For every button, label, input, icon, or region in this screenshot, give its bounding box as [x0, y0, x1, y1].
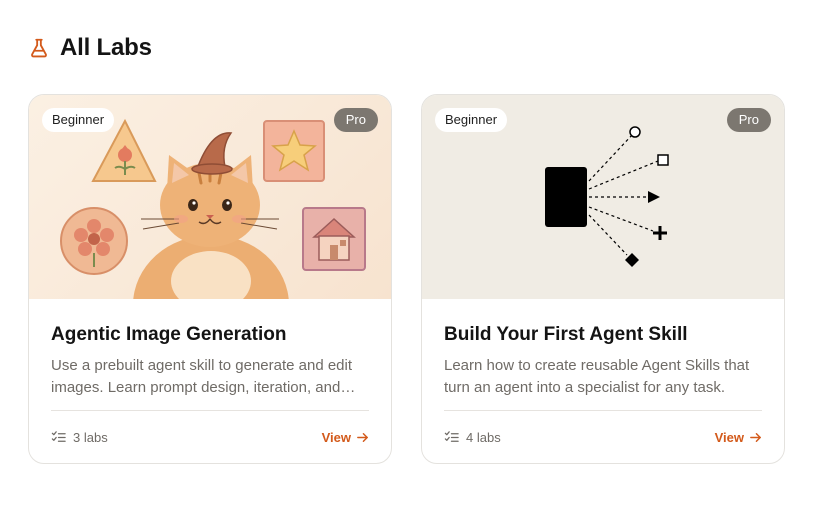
card-title[interactable]: Agentic Image Generation: [51, 324, 369, 346]
level-badge: Beginner: [42, 108, 115, 132]
lab-card-build-your-first-agent-skill[interactable]: Beginner Pro Build Your First Agent Skil…: [421, 94, 785, 464]
view-label: View: [321, 429, 351, 445]
view-label: View: [714, 429, 744, 445]
page-header: All Labs: [28, 34, 152, 62]
level-badge: Beginner: [435, 108, 508, 132]
card-divider: [444, 410, 762, 411]
card-description: Use a prebuilt agent skill to generate a…: [51, 357, 353, 396]
card-body: Agentic Image Generation Use a prebuilt …: [51, 299, 369, 463]
lab-count-label: 4 labs: [466, 429, 501, 445]
card-divider: [51, 410, 369, 411]
pro-badge: Pro: [333, 108, 378, 132]
arrow-right-icon: [357, 432, 368, 442]
lab-count: 4 labs: [444, 430, 501, 445]
card-thumbnail: Beginner Pro: [29, 95, 391, 299]
card-footer: 3 labs View: [51, 422, 369, 452]
card-footer: 4 labs View: [444, 422, 762, 452]
lab-count-label: 3 labs: [73, 429, 108, 445]
card-description: Learn how to create reusable Agent Skill…: [444, 357, 750, 396]
checklist-icon: [444, 430, 459, 442]
pro-badge: Pro: [726, 108, 771, 132]
lab-card-agentic-image-generation[interactable]: Beginner Pro Agentic Image Generation Us…: [28, 94, 392, 464]
card-title[interactable]: Build Your First Agent Skill: [444, 324, 762, 346]
page-title: All Labs: [60, 34, 152, 61]
arrow-right-icon: [750, 432, 761, 442]
view-button[interactable]: View: [715, 430, 762, 445]
lab-count: 3 labs: [51, 430, 108, 445]
view-button[interactable]: View: [322, 430, 369, 445]
checklist-icon: [51, 430, 66, 442]
flask-icon: [31, 38, 47, 58]
card-body: Build Your First Agent Skill Learn how t…: [444, 299, 762, 463]
card-thumbnail: Beginner Pro: [422, 95, 784, 299]
